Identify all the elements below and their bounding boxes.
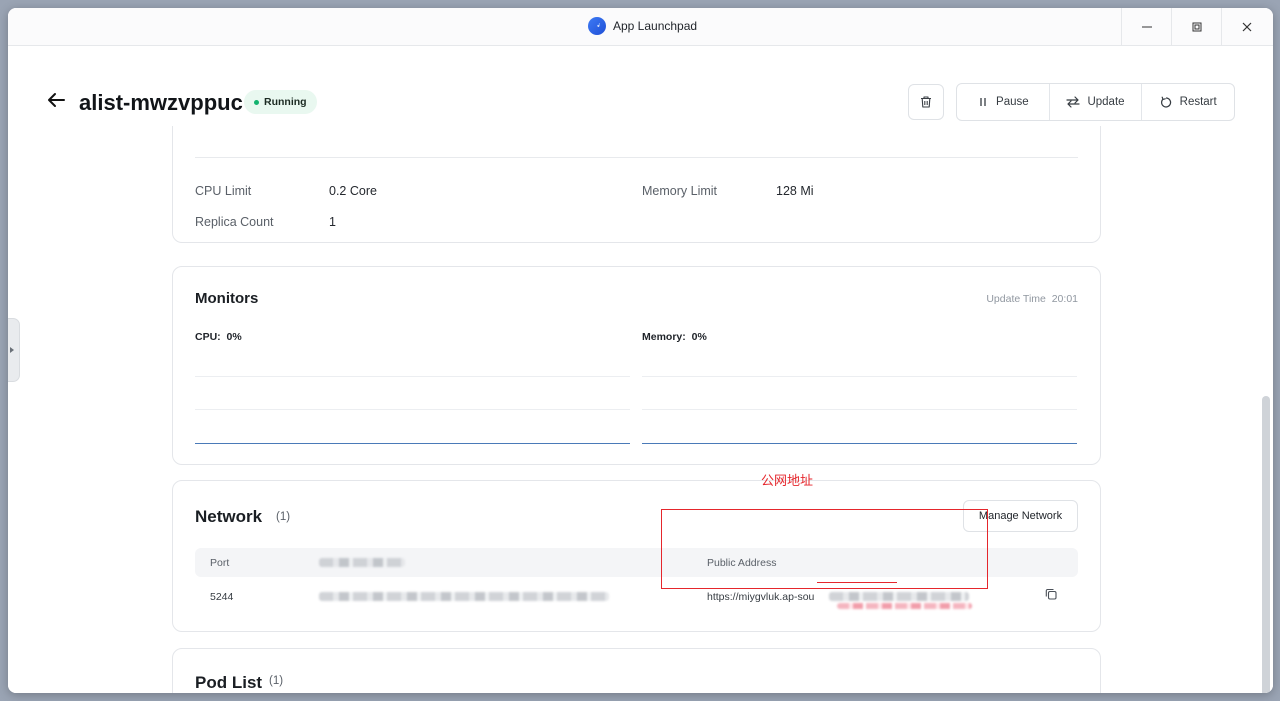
cpu-value: 0% — [226, 331, 242, 343]
cpu-label: CPU: — [195, 331, 221, 343]
pause-icon — [980, 98, 986, 106]
annotation-box — [661, 509, 988, 589]
restart-button[interactable]: Restart — [1142, 84, 1234, 120]
copy-icon[interactable] — [1044, 587, 1058, 606]
pause-label: Pause — [996, 96, 1029, 108]
public-address-link[interactable]: https://miygvluk.ap-sou — [707, 591, 814, 603]
memory-value: 0% — [691, 331, 707, 343]
restore-icon — [1192, 22, 1201, 32]
resource-card: CPU Limit 0.2 Core Memory Limit 128 Mi R… — [172, 126, 1101, 243]
divider — [195, 157, 1078, 158]
redacted-address-tail — [829, 592, 969, 601]
update-time-value: 20:01 — [1051, 293, 1078, 305]
annotation-underline — [817, 582, 897, 583]
status-text: Running — [264, 96, 307, 108]
back-arrow-icon[interactable] — [46, 91, 66, 114]
status-badge: Running — [244, 90, 317, 114]
scrollbar-thumb[interactable] — [1262, 396, 1270, 693]
pause-button[interactable]: Pause — [957, 84, 1050, 120]
minimize-icon — [1141, 26, 1152, 28]
restart-label: Restart — [1179, 96, 1217, 108]
update-button[interactable]: Update — [1050, 84, 1143, 120]
memory-monitor-label: Memory: 0% — [642, 331, 707, 343]
pod-list-count: (1) — [269, 675, 284, 687]
minimize-button[interactable] — [1121, 8, 1171, 46]
cpu-limit-value: 0.2 Core — [329, 184, 377, 198]
app-window: App Launchpad alist-mwzvppuc Running Pau… — [8, 8, 1273, 693]
swap-icon — [1066, 96, 1081, 108]
memory-chart-line — [642, 443, 1077, 444]
port-column-header: Port — [210, 557, 230, 569]
redacted-header — [319, 558, 405, 567]
rocket-icon — [588, 17, 606, 35]
sidebar-toggle[interactable] — [8, 318, 20, 382]
close-icon — [1242, 22, 1251, 32]
cpu-chart-gridline — [195, 376, 630, 377]
pod-list-title: Pod List — [195, 673, 263, 692]
restart-icon — [1160, 96, 1171, 108]
replica-count-value: 1 — [329, 215, 336, 229]
update-time-label: Update Time — [986, 293, 1046, 305]
chevron-right-icon — [10, 347, 14, 353]
memory-limit-value: 128 Mi — [776, 184, 814, 198]
network-count: (1) — [276, 511, 291, 523]
replica-count-label: Replica Count — [195, 215, 274, 229]
update-label: Update — [1087, 96, 1125, 108]
redacted-internal-address — [319, 592, 609, 601]
status-dot — [254, 99, 259, 105]
network-title: Network — [195, 507, 263, 526]
close-button[interactable] — [1221, 8, 1271, 46]
detail-content[interactable]: CPU Limit 0.2 Core Memory Limit 128 Mi R… — [8, 126, 1273, 693]
memory-chart-gridline — [642, 376, 1077, 377]
maximize-button[interactable] — [1171, 8, 1221, 46]
memory-chart-gridline — [642, 409, 1077, 410]
title-bar: App Launchpad — [8, 8, 1273, 46]
redacted-address-underline — [837, 603, 972, 609]
cpu-chart-gridline — [195, 409, 630, 410]
cpu-limit-label: CPU Limit — [195, 184, 252, 198]
monitors-card: Monitors Update Time 20:01 CPU: 0% Memor… — [172, 266, 1101, 465]
annotation-label: 公网地址 — [761, 474, 814, 489]
memory-limit-label: Memory Limit — [642, 184, 718, 198]
window-title: App Launchpad — [613, 19, 698, 33]
action-button-group: Pause Update Restart — [956, 83, 1235, 121]
monitors-title: Monitors — [195, 290, 259, 307]
delete-button[interactable] — [908, 84, 944, 120]
title-wrap: App Launchpad — [588, 17, 697, 35]
port-cell: 5244 — [210, 591, 234, 603]
memory-label: Memory: — [642, 331, 686, 343]
pod-list-card: Pod List (1) — [172, 648, 1101, 693]
trash-icon — [921, 96, 931, 108]
cpu-monitor-label: CPU: 0% — [195, 331, 242, 343]
app-name: alist-mwzvppuc — [79, 90, 243, 115]
update-time: Update Time 20:01 — [986, 293, 1078, 305]
cpu-chart-line — [195, 443, 630, 444]
